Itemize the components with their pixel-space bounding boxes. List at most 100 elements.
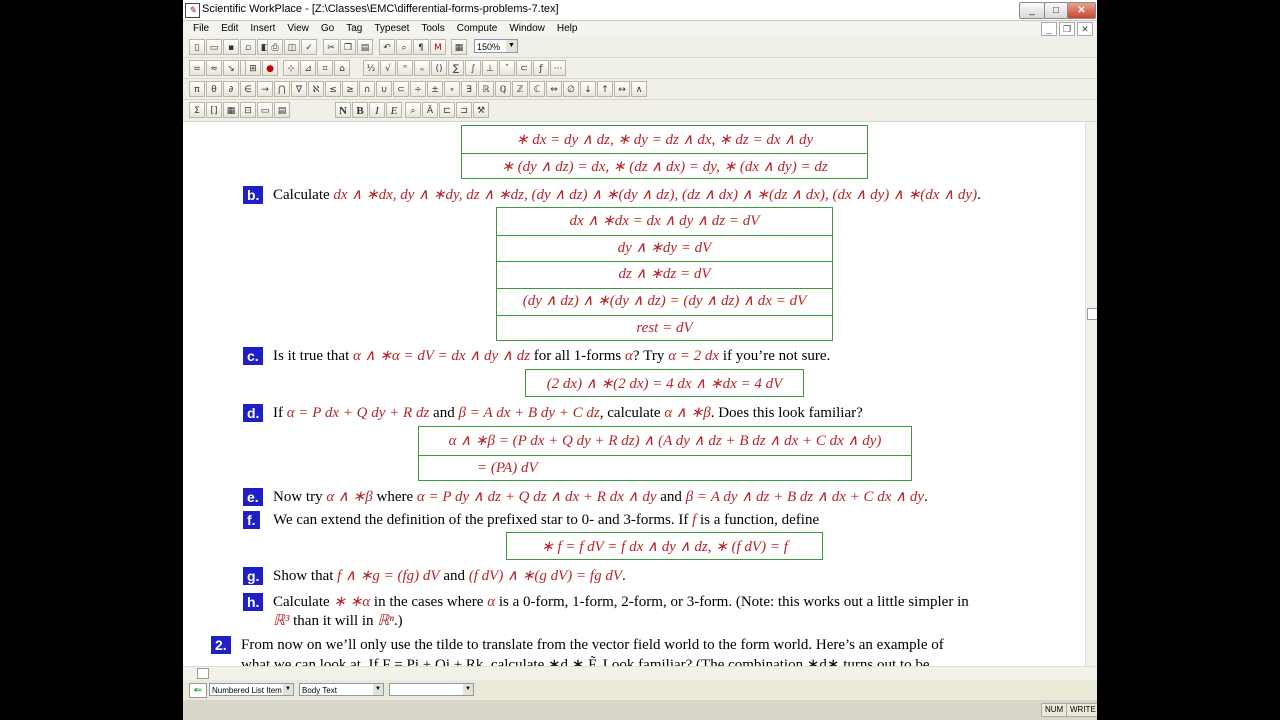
plot-icon[interactable]: ●	[262, 60, 278, 76]
new-file-icon[interactable]: ▯	[189, 39, 205, 55]
star-definition-box[interactable]: ∗ dx = dy ∧ dz, ∗ dy = dz ∧ dx, ∗ dz = d…	[461, 125, 868, 179]
plus-minus-icon[interactable]: ±	[427, 81, 443, 97]
box-icon[interactable]: ▭	[257, 102, 273, 118]
sum-icon[interactable]: Σ	[189, 102, 205, 118]
menu-tag[interactable]: Tag	[340, 22, 368, 36]
arrow-right-icon[interactable]: →	[257, 81, 273, 97]
cap-icon[interactable]: ∩	[359, 81, 375, 97]
strong-button[interactable]: B	[352, 102, 368, 118]
zoom-select[interactable]: 150% ▼	[474, 39, 518, 53]
leftright-arrow-icon[interactable]: ↔	[614, 81, 630, 97]
plot-2d-icon[interactable]: ⊹	[283, 60, 299, 76]
menu-view[interactable]: View	[281, 22, 315, 36]
section-tag-select[interactable]: Numbered List Item ▼	[209, 683, 294, 696]
cut-icon[interactable]: ✂	[323, 39, 339, 55]
element-of-icon[interactable]: ∈	[240, 81, 256, 97]
iff-icon[interactable]: ⇔	[546, 81, 562, 97]
real-set-icon[interactable]: ℝ	[478, 81, 494, 97]
plot-polar-icon[interactable]: ⌂	[334, 60, 350, 76]
unit-icon[interactable]: ⋯	[550, 60, 566, 76]
subscript-icon[interactable]: ₙ	[414, 60, 430, 76]
pi-icon[interactable]: π	[189, 81, 205, 97]
label-icon[interactable]: ⊥	[482, 60, 498, 76]
field-icon[interactable]: ⊡	[240, 102, 256, 118]
minimize-button[interactable]: _	[1019, 2, 1045, 19]
save-all-icon[interactable]: ▫	[240, 39, 256, 55]
menu-compute[interactable]: Compute	[451, 22, 504, 36]
menu-typeset[interactable]: Typeset	[368, 22, 415, 36]
division-icon[interactable]: ÷	[410, 81, 426, 97]
paragraph-icon[interactable]: ¶	[413, 39, 429, 55]
evaluate-numeric-icon[interactable]: ≈	[206, 60, 222, 76]
bracket-matrix-icon[interactable]: []	[206, 102, 222, 118]
answer-box-f[interactable]: ∗ f = f dV = f dx ∧ dy ∧ dz, ∗ (f dV) = …	[506, 532, 823, 560]
greater-equal-icon[interactable]: ≥	[342, 81, 358, 97]
exists-icon[interactable]: ∃	[461, 81, 477, 97]
menu-window[interactable]: Window	[503, 22, 551, 36]
up-arrow-icon[interactable]: ↑	[597, 81, 613, 97]
menu-file[interactable]: File	[187, 22, 215, 36]
tools-icon[interactable]: ⚒	[473, 102, 489, 118]
rational-set-icon[interactable]: ℚ	[495, 81, 511, 97]
integral-icon[interactable]: ∫	[465, 60, 481, 76]
nabla-icon[interactable]: ∇	[291, 81, 307, 97]
menu-tools[interactable]: Tools	[415, 22, 450, 36]
integer-set-icon[interactable]: ℤ	[512, 81, 528, 97]
decoration-icon[interactable]: ˆ	[499, 60, 515, 76]
evaluate-icon[interactable]: =	[189, 60, 205, 76]
menu-go[interactable]: Go	[315, 22, 340, 36]
answer-box-b[interactable]: dx ∧ ∗dx = dx ∧ dy ∧ dz = dV dy ∧ ∗dy = …	[496, 207, 833, 341]
title-bar[interactable]: ✎ Scientific WorkPlace - [Z:\Classes\EMC…	[183, 0, 1097, 21]
complex-set-icon[interactable]: ℂ	[529, 81, 545, 97]
copy-icon[interactable]: ❐	[340, 39, 356, 55]
table-icon[interactable]: ▦	[223, 102, 239, 118]
paste-icon[interactable]: ▤	[357, 39, 373, 55]
subset-icon[interactable]: ⊂	[393, 81, 409, 97]
tag-appearance-icon[interactable]: Ä	[422, 102, 438, 118]
function-icon[interactable]: ƒ	[533, 60, 549, 76]
spell-check-icon[interactable]: ✓	[301, 39, 317, 55]
save-icon[interactable]: ▪	[223, 39, 239, 55]
circ-icon[interactable]: ∘	[444, 81, 460, 97]
simplify-icon[interactable]: ↘	[223, 60, 239, 76]
brackets-icon[interactable]: ()	[431, 60, 447, 76]
calculator-icon[interactable]: ▦	[451, 39, 467, 55]
text-tag-select[interactable]: Body Text ▼	[299, 683, 384, 696]
link-icon[interactable]: ⊏	[439, 102, 455, 118]
print-preview-icon[interactable]: ◫	[284, 39, 300, 55]
print-icon[interactable]: ⎙	[267, 39, 283, 55]
answer-box-c[interactable]: (2 dx) ∧ ∗(2 dx) = 4 dx ∧ ∗dx = 4 dV	[525, 369, 804, 397]
menu-edit[interactable]: Edit	[215, 22, 244, 36]
aleph-icon[interactable]: ℵ	[308, 81, 324, 97]
answer-box-d[interactable]: α ∧ ∗β = (P dx + Q dy + R dz) ∧ (A dy ∧ …	[418, 426, 912, 481]
math-mode-icon[interactable]: M	[430, 39, 446, 55]
find-tag-icon[interactable]: ⌕	[405, 102, 421, 118]
emphasis-button[interactable]: E	[386, 102, 402, 118]
open-file-icon[interactable]: ▭	[206, 39, 222, 55]
fraction-icon[interactable]: ½	[363, 60, 379, 76]
scroll-thumb[interactable]	[197, 668, 209, 679]
cup-icon[interactable]: ∪	[376, 81, 392, 97]
chevron-down-icon[interactable]: ▼	[463, 684, 473, 695]
emptyset-icon[interactable]: ∅	[563, 81, 579, 97]
vertical-scrollbar[interactable]	[1085, 122, 1097, 666]
chevron-down-icon[interactable]: ▼	[373, 684, 383, 695]
maximize-button[interactable]: □	[1044, 2, 1068, 19]
horizontal-scrollbar[interactable]	[183, 666, 1097, 680]
find-icon[interactable]: ⌕	[396, 39, 412, 55]
partial-icon[interactable]: ∂	[223, 81, 239, 97]
bold-button[interactable]: N	[335, 102, 351, 118]
radical-icon[interactable]: √	[380, 60, 396, 76]
matrix-icon[interactable]: ⊞	[245, 60, 261, 76]
undo-icon[interactable]: ↶	[379, 39, 395, 55]
superscript-icon[interactable]: ⁿ	[397, 60, 413, 76]
menu-insert[interactable]: Insert	[244, 22, 281, 36]
close-button[interactable]: ✕	[1067, 2, 1096, 19]
chevron-down-icon[interactable]: ▼	[506, 40, 517, 52]
app-icon[interactable]: ✎	[185, 3, 200, 18]
doc-close-button[interactable]: ✕	[1077, 22, 1093, 36]
frame-icon[interactable]: ▤	[274, 102, 290, 118]
theta-icon[interactable]: θ	[206, 81, 222, 97]
doc-restore-button[interactable]: ❐	[1059, 22, 1075, 36]
down-arrow-icon[interactable]: ↓	[580, 81, 596, 97]
